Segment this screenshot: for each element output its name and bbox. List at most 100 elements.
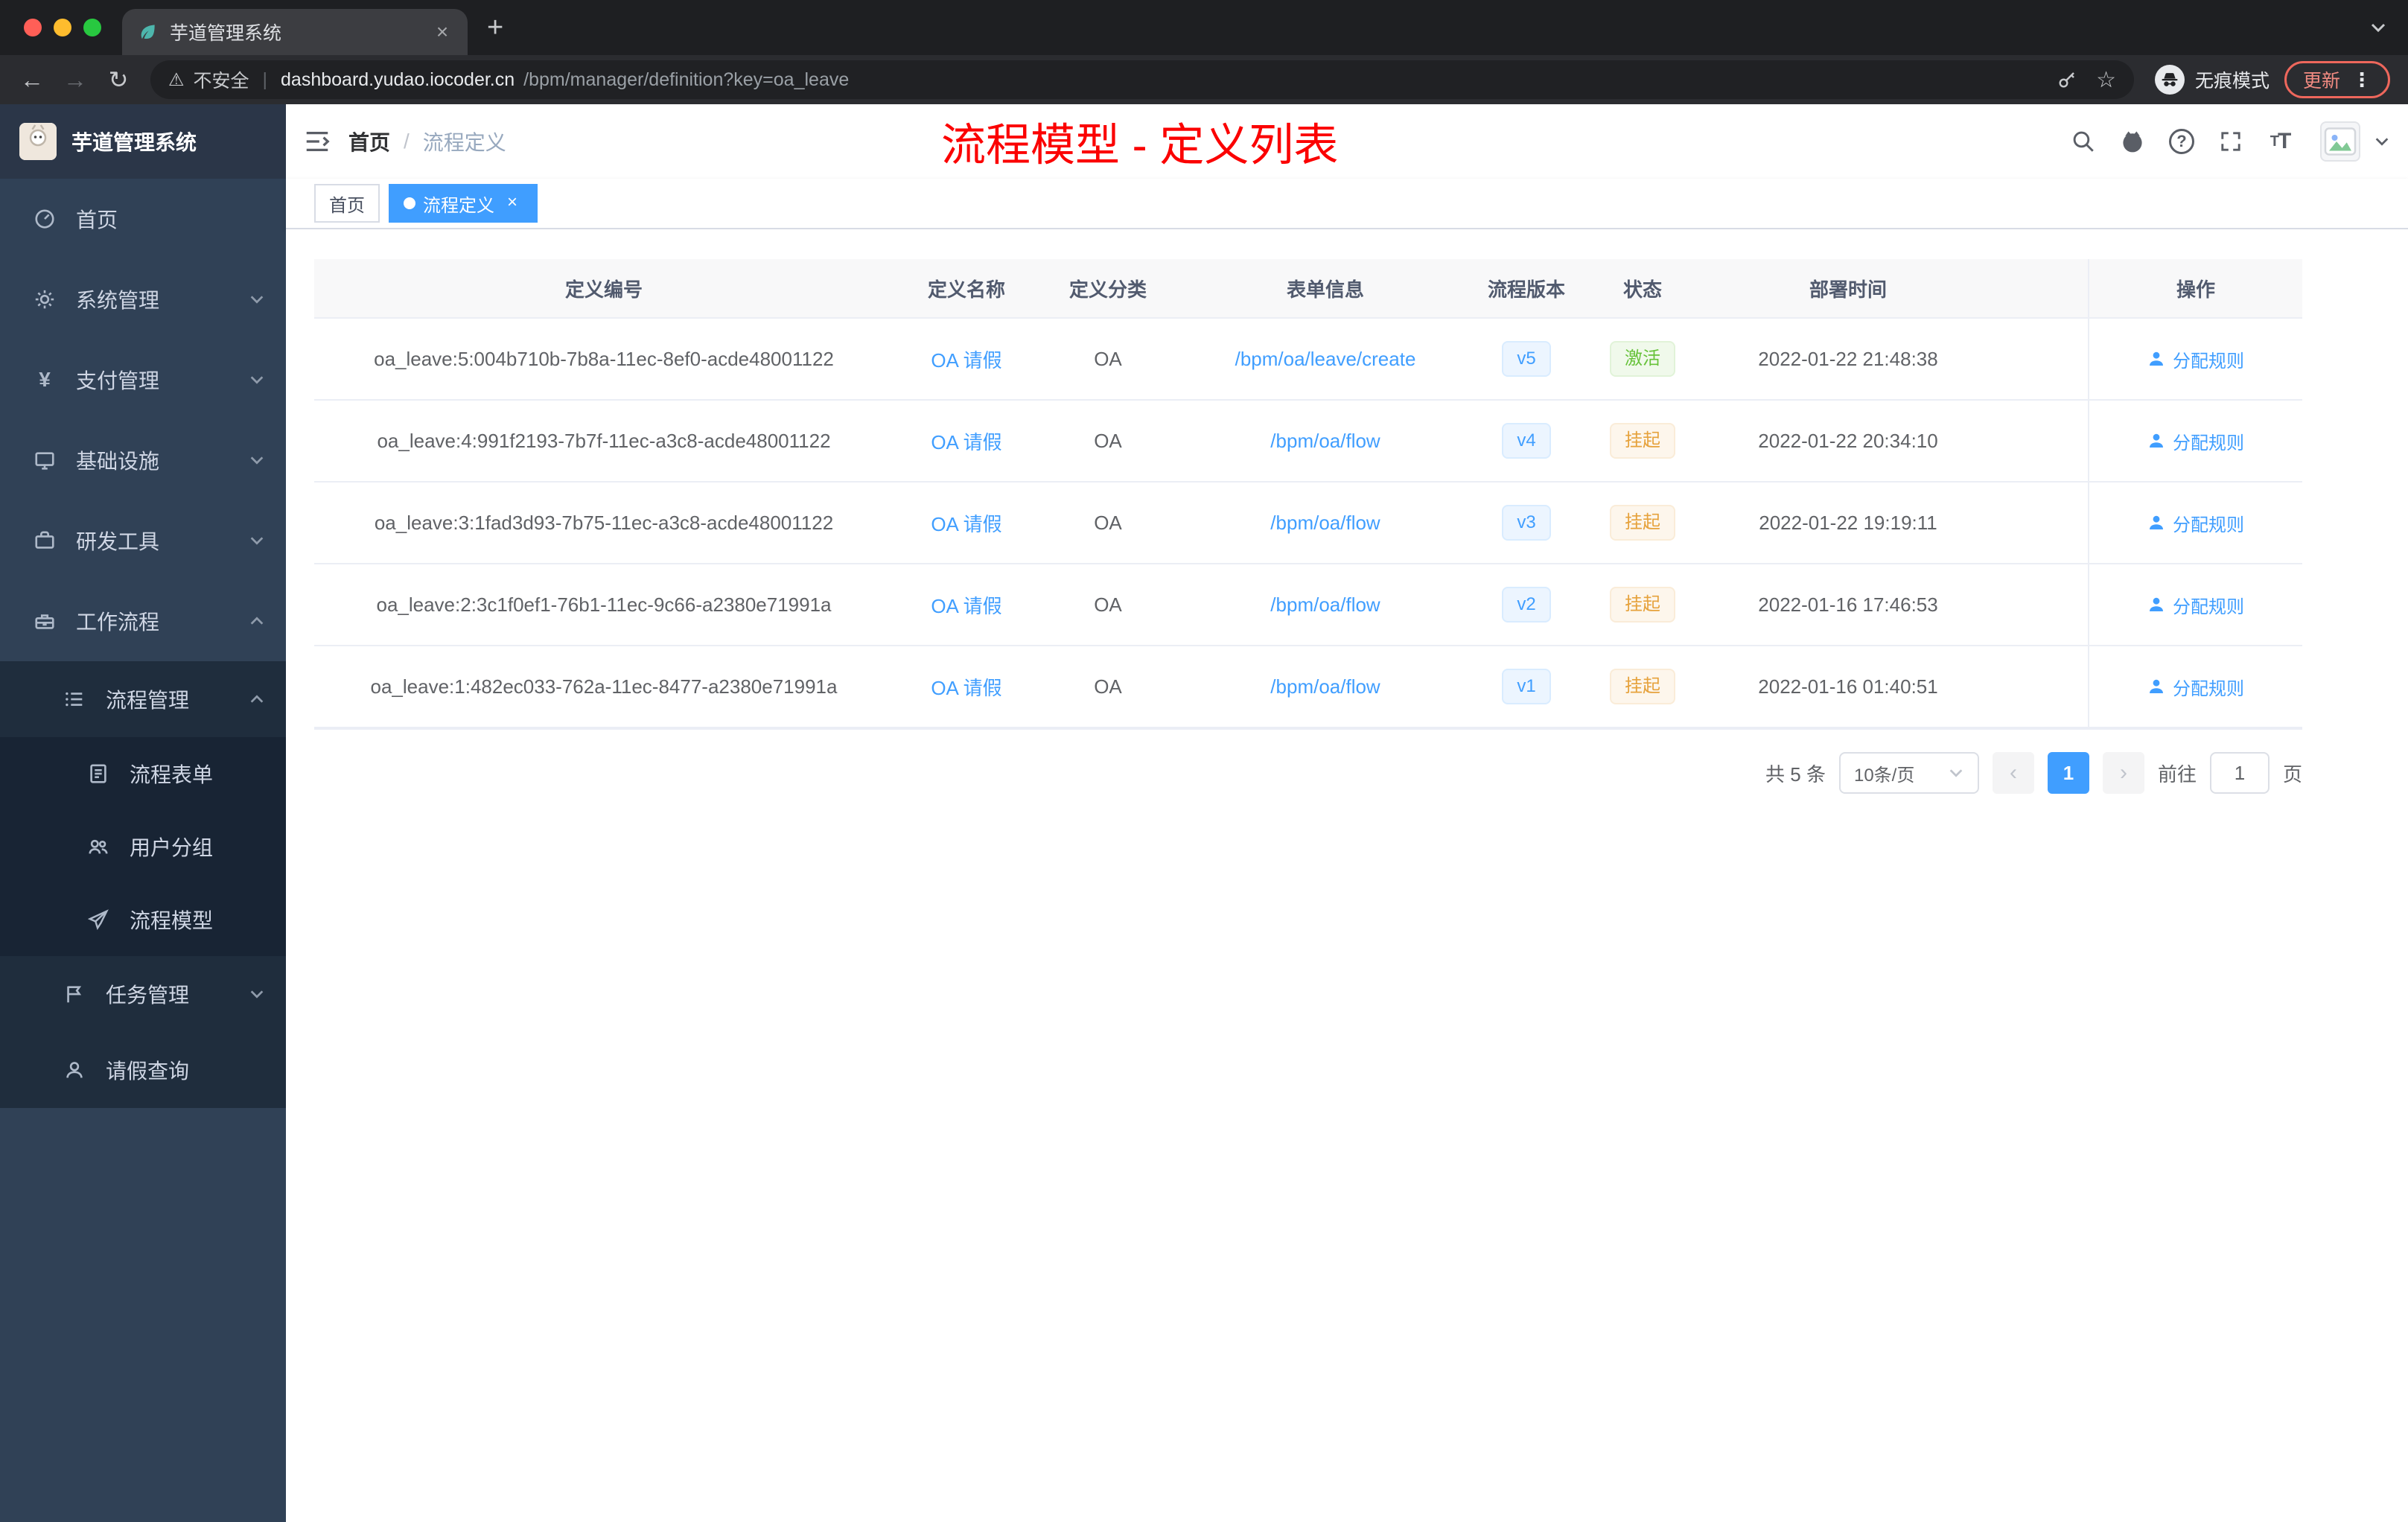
tag-label: 流程定义 [423,195,494,216]
macos-minimize-button[interactable] [54,19,71,36]
sidebar-item-task-management[interactable]: 任务管理 [0,956,286,1032]
cell-category: OA [1094,347,1122,370]
assign-rule-link[interactable]: 分配规则 [2147,428,2244,454]
column-header: 状态 [1622,278,1662,301]
definition-name-link[interactable]: OA 请假 [931,431,1001,453]
version-badge: v1 [1502,669,1551,704]
definition-name-link[interactable]: OA 请假 [931,513,1001,535]
tag-home[interactable]: 首页 [314,184,380,223]
form-link[interactable]: /bpm/oa/flow [1270,512,1380,534]
cell-deploy-time: 2022-01-22 20:34:10 [1758,429,1938,452]
sidebar-item-dev-tools[interactable]: 研发工具 [0,500,286,581]
url-host: dashboard.yudao.iocoder.cn [281,69,515,90]
search-icon[interactable] [2065,124,2101,159]
tag-process-definition[interactable]: 流程定义 × [389,184,538,223]
sidebar-item-home[interactable]: 首页 [0,179,286,259]
column-header: 部署时间 [1809,278,1887,301]
table-row: oa_leave:4:991f2193-7b7f-11ec-a3c8-acde4… [314,401,2302,483]
sidebar: 芋道管理系统 首页 系统管理 ¥ 支付管理 基础设施 研发工具 工作流程 流程管… [0,104,286,1522]
address-bar[interactable]: ⚠ 不安全 | dashboard.yudao.iocoder.cn/bpm/m… [150,60,2134,99]
app-header: 首页 / 流程定义 流程模型 - 定义列表 ? TT [286,104,2408,179]
assign-rule-link[interactable]: 分配规则 [2147,510,2244,536]
browser-menu-icon[interactable]: ⋮ [2352,69,2372,92]
sidebar-item-infrastructure[interactable]: 基础设施 [0,420,286,500]
fullscreen-icon[interactable] [2213,124,2249,159]
sidebar-item-process-management[interactable]: 流程管理 [0,661,286,737]
github-icon[interactable] [2115,124,2150,159]
breadcrumb-home-link[interactable]: 首页 [348,127,390,156]
sidebar-item-label: 工作流程 [76,611,160,634]
app-body: 芋道管理系统 首页 系统管理 ¥ 支付管理 基础设施 研发工具 工作流程 流程管… [0,104,2408,1522]
goto-page-input[interactable] [2209,752,2270,794]
cell-definition-name: OA 请假 [894,673,1039,701]
users-icon [86,835,110,859]
new-tab-button[interactable]: + [487,12,503,44]
sidebar-item-workflow[interactable]: 工作流程 [0,581,286,661]
reload-icon[interactable]: ↻ [98,60,138,100]
assign-rule-link[interactable]: 分配规则 [2147,592,2244,618]
sidebar-toggle-icon[interactable] [286,104,348,179]
assign-rule-link[interactable]: 分配规则 [2147,346,2244,372]
macos-zoom-button[interactable] [83,19,101,36]
chevron-down-icon[interactable] [2374,133,2390,150]
security-warning-icon[interactable]: ⚠ [168,69,185,91]
font-size-icon[interactable]: TT [2262,124,2298,159]
tag-close-icon[interactable]: × [502,193,523,214]
goto-label: 前往 [2157,762,2197,786]
assign-rule-link[interactable]: 分配规则 [2147,674,2244,700]
tag-label: 首页 [329,195,365,216]
sidebar-logo[interactable]: 芋道管理系统 [0,104,286,179]
back-icon[interactable]: ← [12,60,52,100]
next-page-button[interactable]: › [2102,752,2144,794]
bookmark-star-icon[interactable]: ☆ [2096,67,2116,93]
update-button[interactable]: 更新 ⋮ [2284,61,2390,98]
cell-version: v2 [1474,587,1579,623]
definition-name-link[interactable]: OA 请假 [931,677,1001,699]
form-link[interactable]: /bpm/oa/flow [1270,593,1380,616]
cell-form-info: /bpm/oa/leave/create [1176,348,1474,371]
monitor-icon [33,448,57,472]
macos-close-button[interactable] [24,19,42,36]
browser-tab[interactable]: 芋道管理系统 × [122,9,468,55]
help-icon[interactable]: ? [2164,124,2200,159]
logo-avatar [19,123,57,160]
cell-actions: 分配规则 [2088,483,2302,563]
person-icon [63,1058,86,1082]
form-link[interactable]: /bpm/oa/flow [1270,675,1380,698]
version-badge: v5 [1502,341,1551,377]
person-icon [2150,597,2163,611]
sidebar-item-leave-query[interactable]: 请假查询 [0,1032,286,1108]
cell-form-info: /bpm/oa/flow [1176,593,1474,617]
sidebar-item-label: 流程模型 [130,909,214,932]
key-icon[interactable] [2056,69,2078,91]
form-link[interactable]: /bpm/oa/flow [1270,430,1380,452]
person-icon [2150,351,2163,366]
pagination: 共 5 条 10条/页 ‹ 1 › 前往 页 [314,752,2302,794]
column-header: 定义名称 [927,278,1005,301]
sidebar-item-process-model[interactable]: 流程模型 [0,883,286,956]
toolbox-icon [33,609,57,633]
column-header-actions: 操作 [2088,259,2302,317]
sidebar-item-process-form[interactable]: 流程表单 [0,737,286,810]
sidebar-item-user-group[interactable]: 用户分组 [0,810,286,883]
cell-actions: 分配规则 [2088,646,2302,727]
sidebar-item-system[interactable]: 系统管理 [0,259,286,340]
version-badge: v3 [1502,505,1551,541]
forward-icon[interactable]: → [55,60,95,100]
prev-page-button[interactable]: ‹ [1992,752,2034,794]
page-number-button[interactable]: 1 [2047,752,2089,794]
status-badge: 挂起 [1610,505,1675,541]
cell-form-info: /bpm/oa/flow [1176,512,1474,535]
page-size-select[interactable]: 10条/页 [1838,752,1979,794]
tab-close-icon[interactable]: × [430,20,454,44]
form-link[interactable]: /bpm/oa/leave/create [1235,348,1416,370]
person-icon [2150,515,2163,529]
definition-name-link[interactable]: OA 请假 [931,595,1001,617]
breadcrumb-current: 流程定义 [422,131,506,154]
avatar[interactable] [2320,121,2360,162]
incognito-icon [2154,65,2185,95]
tab-search-chevron-icon[interactable] [2369,19,2387,36]
paper-plane-icon [86,908,110,932]
definition-name-link[interactable]: OA 请假 [931,349,1001,372]
sidebar-item-payment[interactable]: ¥ 支付管理 [0,340,286,420]
